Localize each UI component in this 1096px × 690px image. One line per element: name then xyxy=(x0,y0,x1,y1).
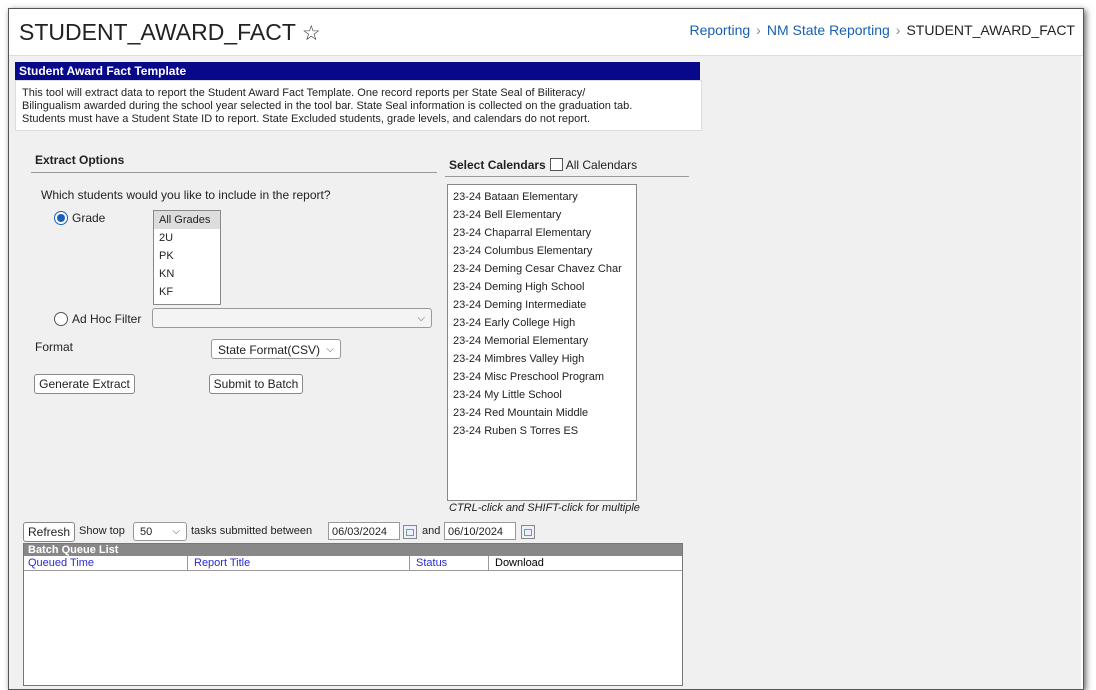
divider xyxy=(31,172,437,173)
generate-extract-button[interactable]: Generate Extract xyxy=(34,374,135,394)
batch-queue-list: Batch Queue List Queued Time Report Titl… xyxy=(23,543,683,686)
chevron-down-icon: ⌵ xyxy=(172,526,180,537)
description-line: This tool will extract data to report th… xyxy=(22,87,586,99)
app-window: STUDENT_AWARD_FACT ☆ Reporting › NM State R… xyxy=(8,8,1084,690)
grade-option[interactable]: KF xyxy=(154,283,220,301)
calendar-option[interactable]: 23-24 Deming Intermediate xyxy=(448,296,636,314)
breadcrumb: Reporting › NM State Reporting › STUDENT_AWA… xyxy=(689,22,1075,38)
and-label: and xyxy=(422,525,441,537)
calendar-option[interactable]: 23-24 Chaparral Elementary xyxy=(448,224,636,242)
divider xyxy=(445,176,689,177)
format-label: Format xyxy=(35,340,74,354)
chevron-down-icon: ⌵ xyxy=(326,344,334,355)
calendar-option[interactable]: 23-24 Columbus Elementary xyxy=(448,242,636,260)
grade-option[interactable]: All Grades xyxy=(154,211,220,229)
calendar-option[interactable]: 23-24 Bataan Elementary xyxy=(448,185,636,206)
calendar-icon[interactable] xyxy=(521,525,535,539)
end-date-input[interactable]: 06/10/2024 xyxy=(444,522,516,540)
calendar-option[interactable]: 23-24 Misc Preschool Program xyxy=(448,368,636,386)
grade-label: Grade xyxy=(72,211,106,225)
divider xyxy=(187,556,188,570)
col-download: Download xyxy=(495,557,544,569)
panel-title: Student Award Fact Template xyxy=(15,62,700,80)
col-queued-time[interactable]: Queued Time xyxy=(28,556,94,570)
calendars-listbox[interactable]: 23-24 Bataan Elementary 23-24 Bell Eleme… xyxy=(447,184,637,501)
batch-queue-header: Queued Time Report Title Status Download xyxy=(24,556,682,571)
adhoc-radio[interactable] xyxy=(54,312,68,326)
refresh-button[interactable]: Refresh xyxy=(23,522,75,542)
grade-option[interactable]: 2U xyxy=(154,229,220,247)
calendar-option[interactable]: 23-24 Ruben S Torres ES xyxy=(448,422,636,440)
breadcrumb-reporting[interactable]: Reporting xyxy=(689,22,750,38)
divider xyxy=(409,556,410,570)
students-question: Which students would you like to include… xyxy=(41,188,331,202)
chevron-right-icon: › xyxy=(756,22,761,38)
all-calendars-checkbox[interactable] xyxy=(549,158,563,171)
grade-option[interactable]: PK xyxy=(154,247,220,265)
col-status[interactable]: Status xyxy=(416,556,447,570)
calendar-icon[interactable] xyxy=(403,525,417,539)
calendar-option[interactable]: 23-24 Memorial Elementary xyxy=(448,332,636,350)
between-label: tasks submitted between xyxy=(191,525,313,537)
all-calendars-label: All Calendars xyxy=(565,158,638,172)
show-top-select[interactable]: 50 ⌵ xyxy=(133,522,187,541)
divider xyxy=(488,556,489,570)
page-title: STUDENT_AWARD_FACT ☆ xyxy=(19,19,321,45)
start-date-input[interactable]: 06/03/2024 xyxy=(328,522,400,540)
format-select[interactable]: State Format(CSV) ⌵ xyxy=(211,339,341,359)
calendar-option[interactable]: 23-24 Bell Elementary xyxy=(448,206,636,224)
breadcrumb-nm-state-reporting[interactable]: NM State Reporting xyxy=(767,22,890,38)
grade-listbox[interactable]: All Grades 2U PK KN KF xyxy=(153,210,221,305)
grade-option[interactable]: KN xyxy=(154,265,220,283)
calendar-option[interactable]: 23-24 My Little School xyxy=(448,386,636,404)
calendar-option[interactable]: 23-24 Mimbres Valley High xyxy=(448,350,636,368)
calendar-option[interactable]: 23-24 Deming High School xyxy=(448,278,636,296)
adhoc-filter-select[interactable]: ⌵ xyxy=(152,308,432,328)
select-calendars-heading: Select Calendars All Calendars xyxy=(449,158,638,172)
description-line: Bilingualism awarded during the school y… xyxy=(22,100,633,112)
panel-description: This tool will extract data to report th… xyxy=(15,80,702,131)
calendar-option[interactable]: 23-24 Red Mountain Middle xyxy=(448,404,636,422)
grade-radio[interactable] xyxy=(54,211,68,225)
extract-options-heading: Extract Options xyxy=(35,153,125,167)
chevron-down-icon: ⌵ xyxy=(417,313,425,324)
description-line: Students must have a Student State ID to… xyxy=(22,113,591,125)
submit-to-batch-button[interactable]: Submit to Batch xyxy=(209,374,303,394)
batch-queue-title: Batch Queue List xyxy=(24,544,682,556)
breadcrumb-current: STUDENT_AWARD_FACT xyxy=(906,22,1075,38)
chevron-right-icon: › xyxy=(895,22,901,38)
star-icon[interactable]: ☆ xyxy=(302,22,321,45)
multi-select-hint: CTRL-click and SHIFT-click for multiple xyxy=(449,502,640,514)
calendar-option[interactable]: 23-24 Early College High xyxy=(448,314,636,332)
show-top-label: Show top xyxy=(79,525,125,537)
adhoc-label: Ad Hoc Filter xyxy=(72,312,142,326)
col-report-title[interactable]: Report Title xyxy=(194,556,250,570)
title-bar: STUDENT_AWARD_FACT ☆ Reporting › NM State R… xyxy=(9,9,1083,56)
main-content: Student Award Fact Template This tool wi… xyxy=(9,56,1081,689)
calendar-option[interactable]: 23-24 Deming Cesar Chavez Char xyxy=(448,260,636,278)
